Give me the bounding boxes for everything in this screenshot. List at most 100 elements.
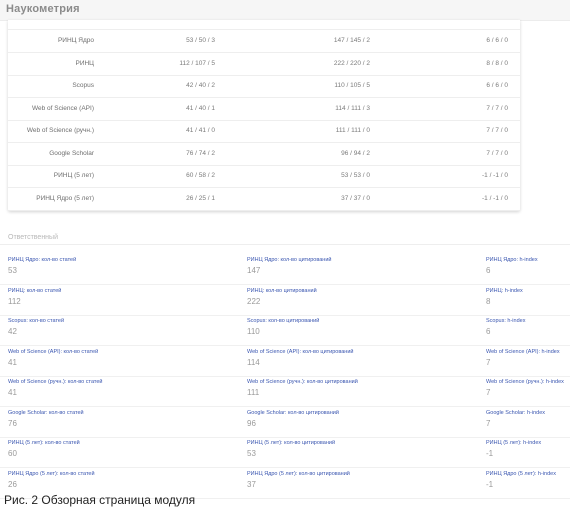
field-value: 60 (8, 449, 17, 458)
field-label: РИНЦ (5 лет): h-index (486, 440, 542, 446)
field-label: Google Scholar: кол-во статей (8, 409, 84, 416)
field-label: РИНЦ Ядро (5 лет): кол-во статей (8, 470, 95, 477)
page-title: Наукометрия (6, 3, 80, 15)
metric-name: РИНЦ Ядро (57, 37, 94, 44)
field-label: Scopus: h-index (486, 318, 526, 324)
field-value: 112 (8, 296, 21, 306)
articles-cell: 41 / 41 / 0 (186, 127, 215, 134)
table-top-divider (8, 20, 520, 30)
field-value: 26 (8, 479, 17, 489)
table-row: Google Scholar 76 / 74 / 2 96 / 94 / 2 7 / … (8, 143, 520, 166)
metric-name: Google Scholar (49, 149, 94, 157)
field-value: -1 (486, 449, 494, 458)
list-item: РИНЦ Ядро: кол-во статей 53 РИНЦ Ядро: кол… (0, 253, 570, 285)
list-item: РИНЦ (5 лет): кол-во статей 60 РИНЦ (5 лет… (0, 436, 570, 468)
articles-cell: 26 / 25 / 1 (186, 194, 215, 202)
field-value: 41 (8, 357, 17, 367)
table-row: РИНЦ (5 лет) 60 / 58 / 2 53 / 53 / 0 -1 / -… (8, 165, 520, 188)
citations-cell: 110 / 105 / 5 (334, 82, 370, 89)
list-item: РИНЦ: кол-во статей 112 РИНЦ: кол-во цитир… (0, 284, 570, 316)
table-row: Web of Science (ручн.) 41 / 41 / 0 111 / 1… (8, 120, 520, 143)
field-value: 37 (247, 479, 256, 489)
field-value: 42 (8, 327, 17, 336)
field-label: Web of Science (API): кол-во статей (8, 348, 99, 355)
list-item: Web of Science (ручн.): кол-во статей 41 W… (0, 375, 570, 407)
field-label: РИНЦ (5 лет): кол-во статей (8, 440, 80, 446)
metric-name: РИНЦ Ядро (5 лет) (36, 194, 94, 202)
field-label: Web of Science (ручн.): кол-во цитирован… (247, 379, 358, 385)
hindex-cell: 8 / 8 / 0 (486, 59, 508, 67)
table-row: РИНЦ Ядро 53 / 50 / 3 147 / 145 / 2 6 / 6 /… (8, 30, 520, 53)
field-label: Google Scholar: кол-во цитирований (247, 409, 339, 416)
field-value: 222 (247, 296, 261, 306)
field-label: Web of Science (API): h-index (486, 348, 560, 355)
citations-cell: 222 / 220 / 2 (333, 59, 370, 67)
field-value: 6 (486, 327, 491, 336)
field-value: 6 (486, 266, 491, 275)
field-label: Web of Science (API): кол-во цитирований (247, 348, 354, 355)
summary-table-card: РИНЦ Ядро 53 / 50 / 3 147 / 145 / 2 6 / 6 /… (8, 20, 520, 211)
list-item: Scopus: кол-во статей 42 Scopus: кол-во ци… (0, 314, 570, 346)
list-item: Web of Science (API): кол-во статей 41 Web… (0, 345, 570, 377)
citations-cell: 147 / 145 / 2 (333, 37, 370, 44)
field-label: РИНЦ: кол-во статей (8, 287, 62, 294)
field-label: Web of Science (ручн.): h-index (486, 379, 564, 385)
hindex-cell: 7 / 7 / 0 (486, 104, 508, 112)
citations-cell: 37 / 37 / 0 (341, 194, 370, 202)
hindex-cell: 7 / 7 / 0 (486, 149, 508, 157)
articles-cell: 42 / 40 / 2 (186, 82, 215, 89)
field-value: 111 (247, 388, 260, 397)
field-label: Scopus: кол-во цитирований (247, 318, 320, 324)
citations-cell: 53 / 53 / 0 (341, 172, 370, 179)
field-label: Google Scholar: h-index (486, 409, 546, 416)
field-value: 114 (247, 357, 260, 367)
hindex-cell: -1 / -1 / 0 (481, 194, 508, 202)
field-label: РИНЦ: кол-во цитирований (247, 287, 317, 294)
hindex-cell: 6 / 6 / 0 (486, 82, 508, 89)
hindex-cell: 7 / 7 / 0 (486, 127, 508, 134)
responsible-section-label: Ответственный (8, 234, 58, 241)
field-label: РИНЦ Ядро (5 лет): кол-во цитирований (247, 470, 350, 477)
field-value: 7 (486, 388, 491, 397)
table-row: РИНЦ Ядро (5 лет) 26 / 25 / 1 37 / 37 / 0 -… (8, 188, 520, 211)
field-value: 96 (247, 418, 256, 428)
hindex-cell: -1 / -1 / 0 (481, 172, 508, 179)
field-value: 53 (8, 266, 17, 275)
field-label: РИНЦ Ядро: кол-во статей (8, 257, 77, 263)
field-value: 110 (247, 327, 260, 336)
table-row: Scopus 42 / 40 / 2 110 / 105 / 5 6 / 6 / 0 (8, 75, 520, 98)
articles-cell: 112 / 107 / 5 (179, 59, 215, 67)
section-divider (0, 244, 570, 245)
field-label: Web of Science (ручн.): кол-во статей (8, 379, 103, 385)
field-label: РИНЦ Ядро (5 лет): h-index (486, 470, 556, 477)
field-value: 7 (486, 418, 491, 428)
table-row: РИНЦ 112 / 107 / 5 222 / 220 / 2 8 / 8 / 0 (8, 53, 520, 76)
metric-name: РИНЦ (75, 59, 94, 67)
metric-name: Web of Science (ручн.) (26, 127, 94, 134)
citations-cell: 114 / 111 / 3 (335, 104, 370, 112)
field-value: -1 (486, 479, 494, 489)
metric-name: РИНЦ (5 лет) (53, 172, 94, 179)
citations-cell: 111 / 111 / 0 (335, 127, 370, 134)
list-item: Google Scholar: кол-во статей 76 Google Sc… (0, 406, 570, 438)
articles-cell: 53 / 50 / 3 (186, 37, 215, 44)
hindex-cell: 6 / 6 / 0 (486, 37, 508, 44)
field-value: 8 (486, 296, 491, 306)
field-value: 76 (8, 418, 17, 428)
app-header: Наукометрия (0, 0, 570, 21)
field-label: РИНЦ: h-index (486, 287, 523, 294)
metric-name: Scopus (72, 82, 94, 89)
metric-name: Web of Science (API) (31, 104, 94, 112)
field-label: РИНЦ Ядро: h-index (486, 257, 538, 263)
citations-cell: 96 / 94 / 2 (341, 149, 370, 157)
field-value: 147 (247, 266, 261, 275)
table-row: Web of Science (API) 41 / 40 / 1 114 / 111… (8, 98, 520, 121)
field-value: 53 (247, 449, 256, 458)
field-label: Scopus: кол-во статей (8, 318, 65, 324)
figure-caption: Рис. 2 Обзорная страница модуля (4, 493, 196, 507)
field-label: РИНЦ Ядро: кол-во цитирований (247, 257, 332, 263)
field-value: 41 (8, 388, 17, 397)
field-value: 7 (486, 357, 491, 367)
articles-cell: 60 / 58 / 2 (186, 172, 215, 179)
articles-cell: 76 / 74 / 2 (186, 149, 215, 157)
